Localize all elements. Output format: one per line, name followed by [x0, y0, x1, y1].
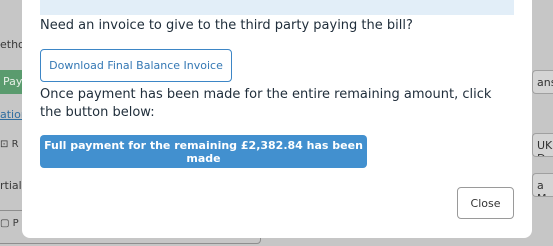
bg-partial-text: rtial [0, 179, 22, 192]
bg-right-box-2: UK D [532, 133, 553, 157]
download-invoice-button[interactable]: Download Final Balance Invoice [40, 49, 232, 82]
full-payment-button[interactable]: Full payment for the remaining £2,382.84… [40, 135, 367, 168]
bg-right-box-1: ansf [532, 70, 553, 94]
payment-instruction: Once payment has been made for the entir… [40, 87, 492, 120]
payment-modal: Need an invoice to give to the third par… [22, 0, 532, 238]
bg-r-text: ⊡ R [0, 139, 19, 150]
invoice-question: Need an invoice to give to the third par… [40, 18, 413, 33]
bg-right-box-3: a My [532, 173, 553, 197]
info-banner [40, 0, 514, 15]
bg-pay-tab: Pay [0, 70, 22, 94]
close-button[interactable]: Close [457, 187, 514, 219]
